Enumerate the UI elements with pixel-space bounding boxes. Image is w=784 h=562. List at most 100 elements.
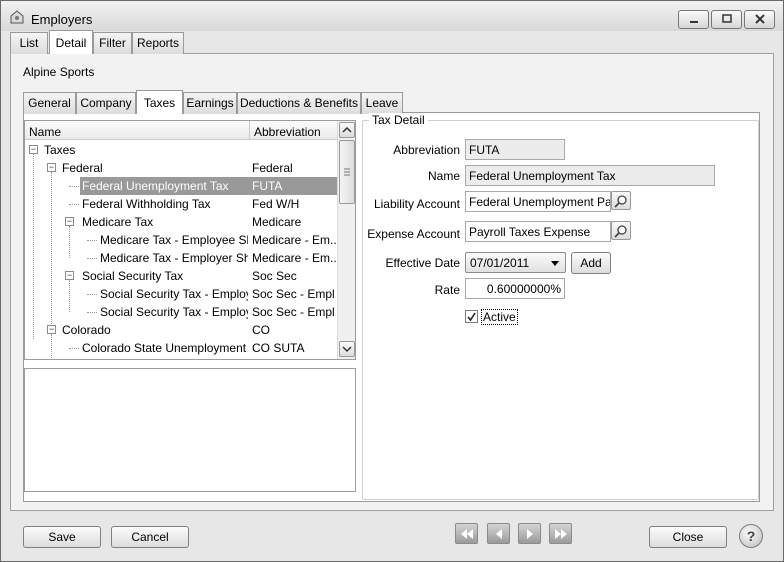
effective-date-label: Effective Date xyxy=(385,256,460,270)
next-icon xyxy=(526,529,533,539)
tab-detail[interactable]: Detail xyxy=(49,30,93,54)
liability-account-field[interactable]: Federal Unemployment Payable xyxy=(465,191,611,212)
collapse-icon[interactable]: − xyxy=(65,271,74,280)
first-record-button[interactable] xyxy=(455,523,478,544)
abbreviation-field[interactable]: FUTA xyxy=(465,139,565,160)
app-icon xyxy=(10,10,24,24)
tab-list[interactable]: List xyxy=(10,32,48,54)
collapse-icon[interactable]: − xyxy=(29,145,38,154)
title-bar: Employers xyxy=(1,1,783,31)
minimize-button[interactable] xyxy=(678,10,709,29)
tree-row-name: Medicare Tax xyxy=(82,215,154,229)
name-field[interactable]: Federal Unemployment Tax xyxy=(465,165,715,186)
tab-taxes[interactable]: Taxes xyxy=(136,90,183,114)
tree-row-name: Colorado State Unemployment ... xyxy=(82,341,248,355)
window-title: Employers xyxy=(31,12,93,27)
tree-row-abbreviation: CO xyxy=(252,323,270,337)
tree-row[interactable]: − Social Security Tax Soc Sec xyxy=(25,267,337,285)
magnifier-icon xyxy=(614,225,627,238)
tree-row[interactable]: − Medicare Tax Medicare xyxy=(25,213,337,231)
column-header-abbreviation[interactable]: Abbreviation xyxy=(254,125,321,139)
save-button[interactable]: Save xyxy=(23,526,101,548)
tree-row-abbreviation: Soc Sec xyxy=(252,269,297,283)
taxes-tree[interactable]: Name Abbreviation − Taxes − Federal Fede… xyxy=(24,120,356,360)
tree-row[interactable]: Colorado State Unemployment ... CO SUTA xyxy=(25,339,337,357)
tree-row-name: Taxes xyxy=(44,143,76,157)
collapse-icon[interactable]: − xyxy=(65,217,74,226)
tree-row-name: Social Security Tax - Employ... xyxy=(100,287,248,301)
tree-row-abbreviation: Federal xyxy=(252,161,293,175)
tree-row-selected[interactable]: Federal Unemployment Tax FUTA xyxy=(25,177,337,195)
tab-earnings[interactable]: Earnings xyxy=(183,92,237,114)
minimize-icon xyxy=(689,21,698,23)
magnifier-icon xyxy=(614,195,627,208)
tree-row-abbreviation: Medicare - Em... xyxy=(252,251,336,265)
tree-row-name: Medicare Tax - Employer Sh... xyxy=(100,251,248,265)
effective-date-value: 07/01/2011 xyxy=(470,256,530,270)
collapse-icon[interactable]: − xyxy=(47,325,56,334)
tree-row-abbreviation: Medicare xyxy=(252,215,302,229)
checkmark-icon xyxy=(467,312,476,322)
previous-icon xyxy=(495,529,502,539)
liability-lookup-button[interactable] xyxy=(611,191,631,210)
expense-lookup-button[interactable] xyxy=(611,221,631,240)
company-name: Alpine Sports xyxy=(23,65,95,79)
tab-deductions-benefits[interactable]: Deductions & Benefits xyxy=(237,92,361,114)
name-label: Name xyxy=(427,169,460,183)
expense-account-field[interactable]: Payroll Taxes Expense xyxy=(465,221,611,242)
rate-field[interactable]: 0.60000000% xyxy=(465,278,565,299)
abbreviation-label: Abbreviation xyxy=(393,143,460,157)
tree-row-abbreviation: CO SUTA xyxy=(252,341,305,355)
tree-row[interactable]: Medicare Tax - Employer Sh... Medicare -… xyxy=(25,249,337,267)
tree-row-name: Federal Unemployment Tax xyxy=(82,179,229,193)
scroll-up-button[interactable] xyxy=(339,122,355,138)
tree-row[interactable]: − Federal Federal xyxy=(25,159,337,177)
tree-row-abbreviation: Soc Sec - Empl... xyxy=(252,305,336,319)
tab-filter[interactable]: Filter xyxy=(93,32,132,54)
tree-row-abbreviation: Soc Sec - Empl... xyxy=(252,287,336,301)
collapse-icon[interactable]: − xyxy=(47,163,56,172)
active-checkbox[interactable] xyxy=(465,310,478,323)
tree-row-name: Social Security Tax xyxy=(82,269,184,283)
tree-row[interactable]: − Taxes xyxy=(25,141,337,159)
maximize-icon xyxy=(721,14,732,23)
tree-row[interactable]: Federal Withholding Tax Fed W/H xyxy=(25,195,337,213)
tree-row-name: Medicare Tax - Employee Sh... xyxy=(100,233,248,247)
first-record-icon xyxy=(460,529,473,539)
tree-header: Name Abbreviation xyxy=(25,121,337,140)
close-window-button[interactable] xyxy=(744,10,775,29)
add-button[interactable]: Add xyxy=(571,252,611,274)
next-record-button[interactable] xyxy=(518,523,541,544)
tree-row-name: Federal xyxy=(62,161,103,175)
tab-reports[interactable]: Reports xyxy=(132,32,184,54)
tax-notes-box[interactable] xyxy=(24,368,356,492)
last-record-icon xyxy=(554,529,567,539)
liability-account-label: Liability Account xyxy=(373,197,460,211)
previous-record-button[interactable] xyxy=(487,523,510,544)
active-label[interactable]: Active xyxy=(481,309,518,325)
tree-row-abbreviation: FUTA xyxy=(252,179,283,193)
tab-general[interactable]: General xyxy=(23,92,76,114)
tree-row[interactable]: Social Security Tax - Employ... Soc Sec … xyxy=(25,303,337,321)
help-icon[interactable]: ? xyxy=(739,524,763,548)
employers-window: Employers List Detail Filter Reports Alp… xyxy=(0,0,784,562)
close-icon xyxy=(754,14,765,24)
dropdown-arrow-icon xyxy=(551,261,559,266)
maximize-button[interactable] xyxy=(711,10,742,29)
tree-row[interactable]: Social Security Tax - Employ... Soc Sec … xyxy=(25,285,337,303)
chevron-up-icon xyxy=(342,126,352,133)
tree-row-abbreviation: Fed W/H xyxy=(252,197,300,211)
tree-row[interactable]: Medicare Tax - Employee Sh... Medicare -… xyxy=(25,231,337,249)
scroll-down-button[interactable] xyxy=(339,341,355,357)
close-button[interactable]: Close xyxy=(649,526,727,548)
cancel-button[interactable]: Cancel xyxy=(111,526,189,548)
tab-leave[interactable]: Leave xyxy=(361,92,403,114)
tree-row[interactable]: − Colorado CO xyxy=(25,321,337,339)
tab-company[interactable]: Company xyxy=(76,92,136,114)
effective-date-select[interactable]: 07/01/2011 xyxy=(465,252,566,273)
column-header-name[interactable]: Name xyxy=(29,125,61,139)
last-record-button[interactable] xyxy=(549,523,572,544)
tree-row-name: Colorado xyxy=(62,323,111,337)
rate-label: Rate xyxy=(434,283,460,297)
tree-row-name: Social Security Tax - Employ... xyxy=(100,305,248,319)
